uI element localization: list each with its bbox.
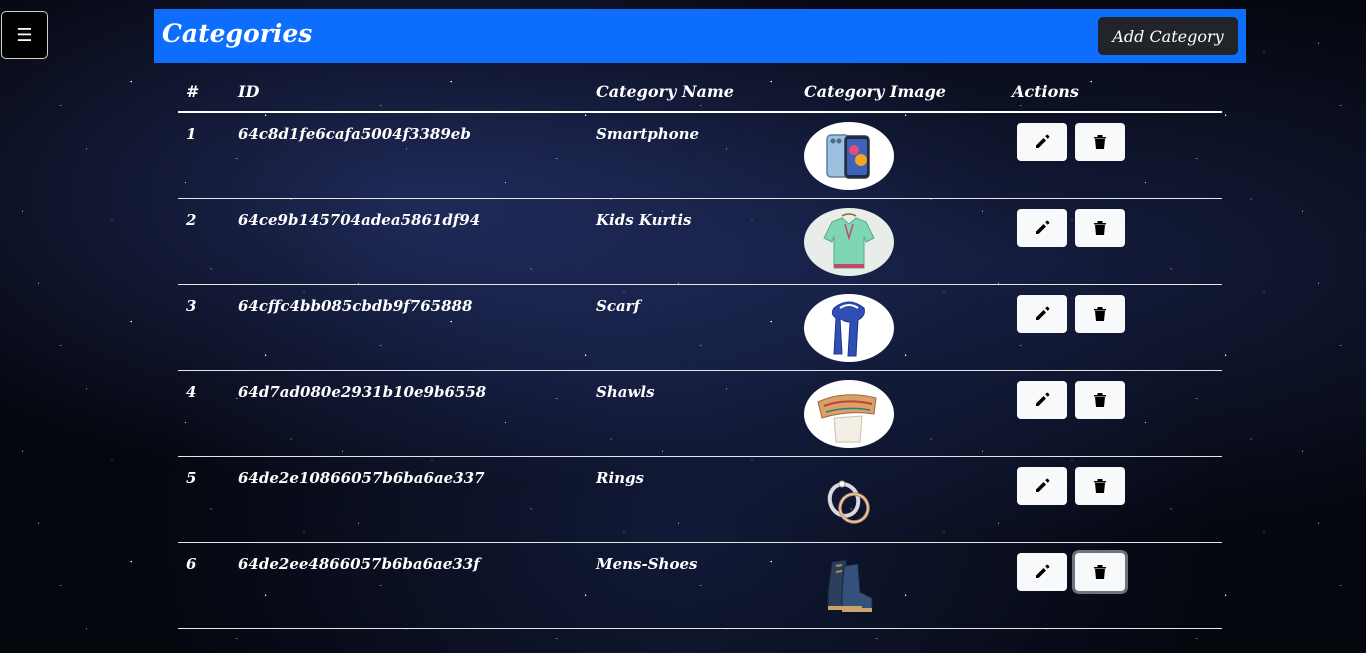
kurti-image <box>804 207 894 276</box>
table-row: 2 64ce9b145704adea5861df94 Kids Kurtis <box>178 198 1222 285</box>
delete-button[interactable] <box>1075 294 1125 333</box>
add-category-button[interactable]: Add Category <box>1098 17 1238 55</box>
trash-icon <box>1094 220 1106 235</box>
row-category-name: Scarf <box>596 284 804 371</box>
smartphone-image <box>804 122 894 190</box>
column-header-id: ID <box>238 72 596 113</box>
edit-button[interactable] <box>1017 380 1067 419</box>
row-id: 64de2e10866057b6ba6ae337 <box>238 456 596 543</box>
delete-button[interactable] <box>1075 466 1125 505</box>
rings-image <box>804 466 894 534</box>
column-header-actions: Actions <box>1012 72 1222 113</box>
row-category-name: Mens-Shoes <box>596 542 804 629</box>
row-number: 1 <box>178 112 238 199</box>
shoes-image <box>804 552 894 620</box>
pencil-icon <box>1036 564 1050 578</box>
hamburger-icon: ☰ <box>16 24 33 46</box>
column-header-number: # <box>178 72 238 113</box>
row-number: 2 <box>178 198 238 285</box>
row-category-name: Kids Kurtis <box>596 198 804 285</box>
trash-icon <box>1094 478 1106 493</box>
column-header-image: Category Image <box>804 72 1012 113</box>
categories-table: # ID Category Name Category Image Action… <box>178 72 1222 629</box>
pencil-icon <box>1036 220 1050 234</box>
table-row: 5 64de2e10866057b6ba6ae337 Rings <box>178 456 1222 543</box>
row-id: 64c8d1fe6cafa5004f3389eb <box>238 112 596 199</box>
row-id: 64cffc4bb085cbdb9f765888 <box>238 284 596 371</box>
trash-icon <box>1094 306 1106 321</box>
page-header: Categories Add Category <box>154 9 1246 63</box>
edit-button[interactable] <box>1017 123 1067 161</box>
edit-button[interactable] <box>1017 552 1067 591</box>
pencil-icon <box>1036 134 1050 148</box>
table-row: 1 64c8d1fe6cafa5004f3389eb Smartphone <box>178 112 1222 199</box>
edit-button[interactable] <box>1017 466 1067 505</box>
row-number: 5 <box>178 456 238 543</box>
row-category-name: Smartphone <box>596 112 804 199</box>
table-row: 4 64d7ad080e2931b10e9b6558 Shawls <box>178 370 1222 457</box>
row-id: 64d7ad080e2931b10e9b6558 <box>238 370 596 457</box>
delete-button[interactable] <box>1075 380 1125 419</box>
shawl-image <box>804 379 894 448</box>
column-header-name: Category Name <box>596 72 804 113</box>
pencil-icon <box>1036 478 1050 492</box>
menu-toggle-button[interactable]: ☰ <box>1 11 48 59</box>
row-category-name: Rings <box>596 456 804 543</box>
delete-button[interactable] <box>1075 208 1125 247</box>
pencil-icon <box>1036 392 1050 406</box>
trash-icon <box>1094 392 1106 407</box>
trash-icon <box>1094 135 1106 149</box>
row-number: 3 <box>178 284 238 371</box>
table-header-row: # ID Category Name Category Image Action… <box>178 72 1222 113</box>
row-number: 4 <box>178 370 238 457</box>
table-row: 6 64de2ee4866057b6ba6ae33f Mens-Shoes <box>178 542 1222 629</box>
pencil-icon <box>1036 306 1050 320</box>
table-row: 3 64cffc4bb085cbdb9f765888 Scarf <box>178 284 1222 371</box>
scarf-image <box>804 293 894 362</box>
row-id: 64de2ee4866057b6ba6ae33f <box>238 542 596 629</box>
row-category-name: Shawls <box>596 370 804 457</box>
delete-button[interactable] <box>1075 552 1125 591</box>
edit-button[interactable] <box>1017 208 1067 247</box>
row-id: 64ce9b145704adea5861df94 <box>238 198 596 285</box>
edit-button[interactable] <box>1017 294 1067 333</box>
page-title: Categories <box>162 19 313 48</box>
delete-button[interactable] <box>1075 123 1125 161</box>
trash-icon <box>1094 564 1106 579</box>
row-number: 6 <box>178 542 238 629</box>
